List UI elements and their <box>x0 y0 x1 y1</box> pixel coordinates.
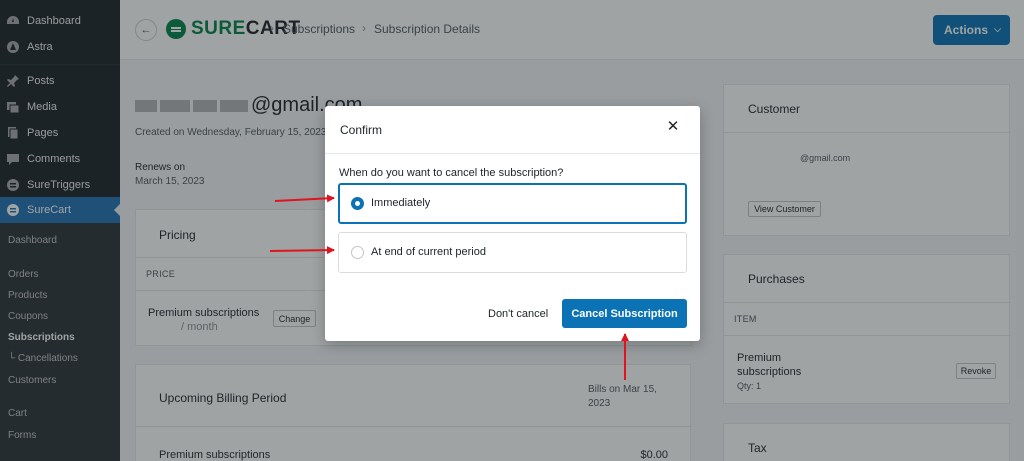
confirm-dialog: Confirm ✕ When do you want to cancel the… <box>325 106 700 341</box>
option-label: Immediately <box>371 197 431 209</box>
option-label: At end of current period <box>371 246 486 258</box>
cancel-question: When do you want to cancel the subscript… <box>339 167 564 179</box>
close-icon[interactable]: ✕ <box>666 119 680 134</box>
dialog-divider <box>325 153 700 154</box>
cancel-subscription-button[interactable]: Cancel Subscription <box>562 299 687 328</box>
option-immediately[interactable]: Immediately <box>338 183 687 224</box>
dont-cancel-button[interactable]: Don't cancel <box>488 308 548 320</box>
radio-empty-icon[interactable] <box>351 246 364 259</box>
option-end-of-period[interactable]: At end of current period <box>338 232 687 273</box>
dialog-title: Confirm <box>340 123 383 137</box>
radio-selected-icon[interactable] <box>351 197 364 210</box>
